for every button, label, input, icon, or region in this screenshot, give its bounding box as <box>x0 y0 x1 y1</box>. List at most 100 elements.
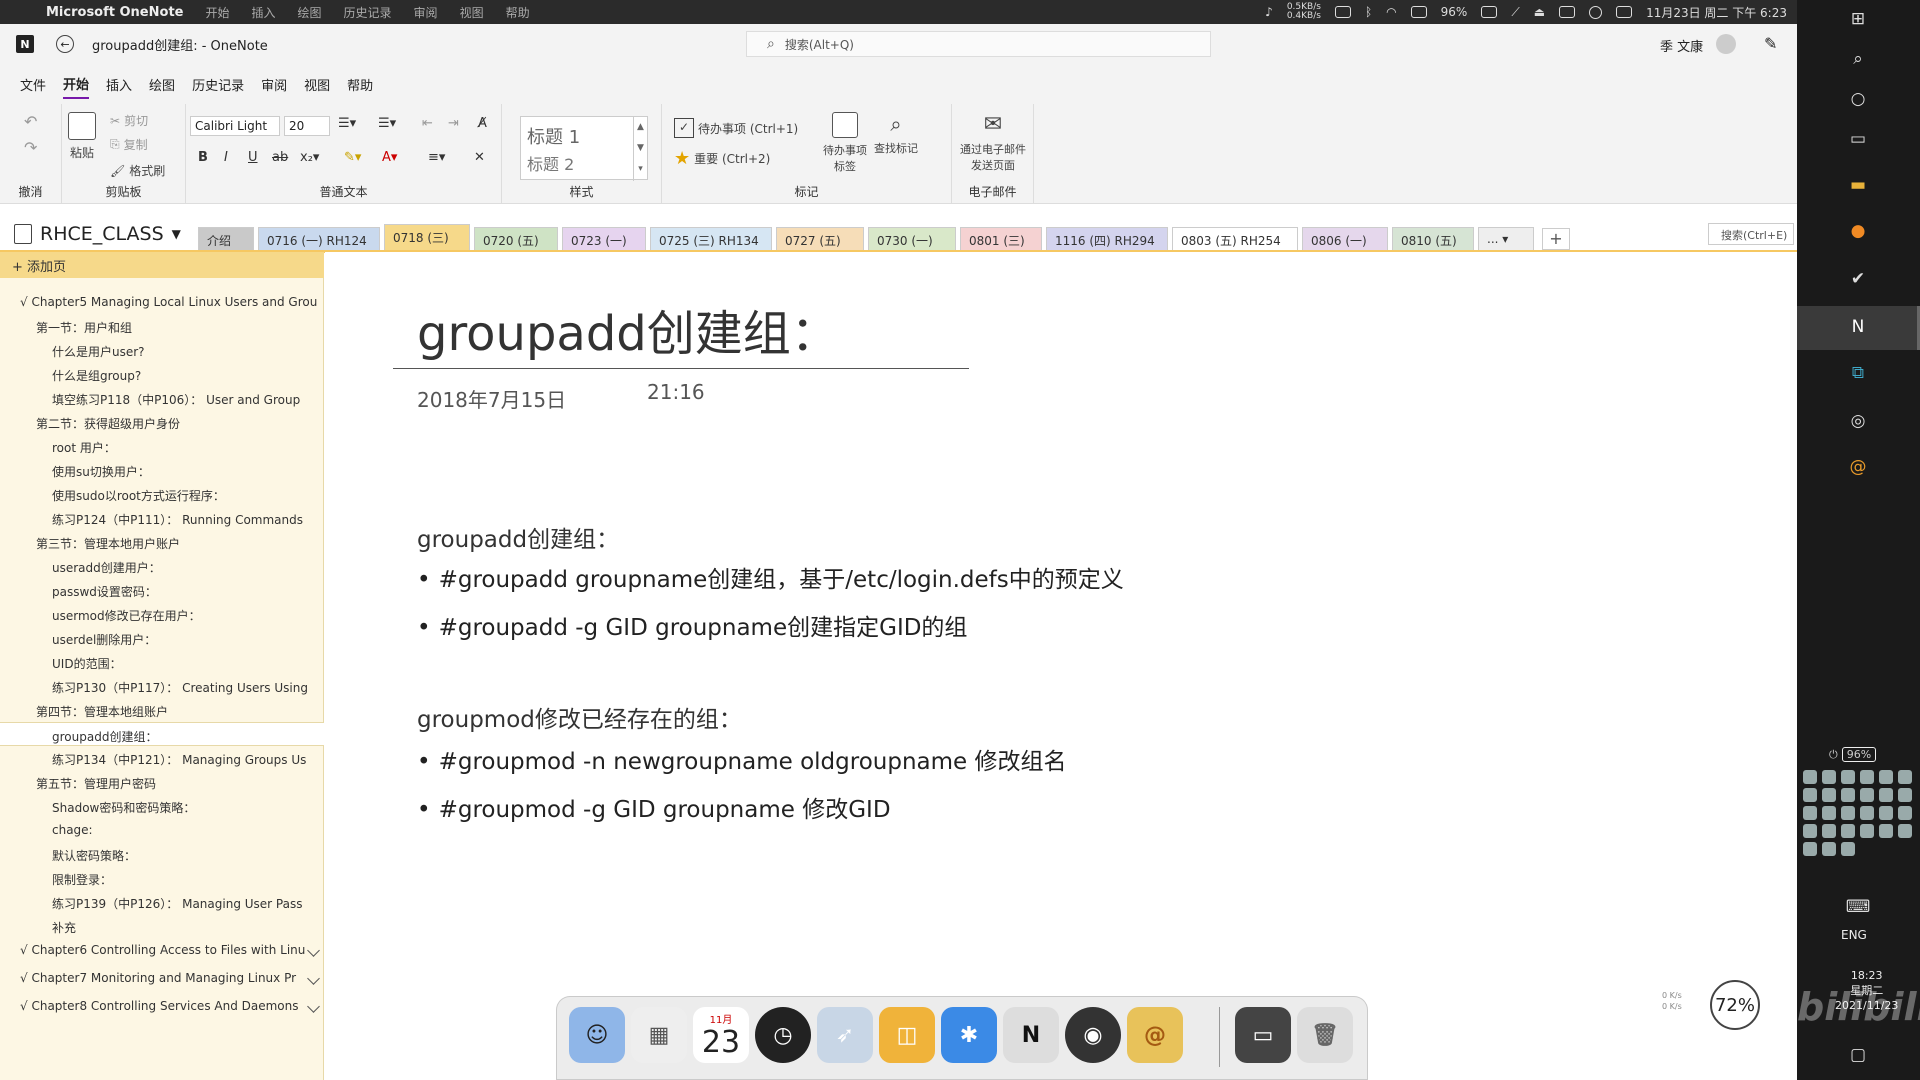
section-tab[interactable]: ... ▾ <box>1478 227 1534 251</box>
todo-tag-button[interactable]: 待办事项标签 <box>820 112 870 174</box>
bird-icon[interactable]: ➶ <box>817 1007 873 1063</box>
page-item[interactable]: usermod修改已存在用户： <box>0 602 324 626</box>
section-heading[interactable]: groupmod修改已经存在的组： <box>417 700 742 734</box>
page-item[interactable]: 限制登录： <box>0 866 324 890</box>
snail-icon[interactable]: @ <box>1847 456 1869 478</box>
chevron-down-icon[interactable] <box>307 1000 320 1013</box>
device-icon[interactable] <box>1334 6 1351 18</box>
tray-icon[interactable] <box>1841 806 1855 820</box>
tray-icon[interactable] <box>1803 824 1817 838</box>
tray-icon[interactable] <box>1860 788 1874 802</box>
finder-icon[interactable]: ☺ <box>569 1007 625 1063</box>
chapter-group[interactable]: √ Chapter7 Monitoring and Managing Linux… <box>0 966 324 994</box>
section-tab[interactable]: 0806 (一) <box>1302 227 1388 251</box>
battery-icon[interactable] <box>1481 6 1498 18</box>
control-center-icon[interactable] <box>1616 6 1633 18</box>
page-item[interactable]: 第四节：管理本地组账户 <box>0 698 324 722</box>
tray-icon[interactable] <box>1822 842 1836 856</box>
section-tab[interactable]: 0730 (一) <box>868 227 956 251</box>
back-arrow-icon[interactable]: ← <box>56 35 74 53</box>
snail-dock-icon[interactable]: @ <box>1127 1007 1183 1063</box>
tray-icon[interactable] <box>1879 770 1893 784</box>
styles-scroll[interactable]: ▲ ▼ ▾ <box>633 117 647 181</box>
tray-icon[interactable] <box>1841 788 1855 802</box>
page-item[interactable]: 默认密码策略： <box>0 842 324 866</box>
keyboard-icon[interactable]: ⌨ <box>1846 896 1871 918</box>
strikethrough-button[interactable]: ab <box>272 150 288 165</box>
tray-icon[interactable] <box>1879 806 1893 820</box>
page-item[interactable]: 第三节：管理本地用户账户 <box>0 530 324 554</box>
tray-icon[interactable] <box>1822 824 1836 838</box>
add-section-button[interactable]: + <box>1542 228 1570 250</box>
page-item[interactable]: useradd创建用户： <box>0 554 324 578</box>
cortana-icon[interactable]: ○ <box>1847 88 1869 110</box>
chevron-down-icon[interactable] <box>307 972 320 985</box>
tray-icon[interactable] <box>1822 770 1836 784</box>
slash-icon[interactable]: ⟋ <box>1511 5 1519 20</box>
page-item[interactable]: root 用户： <box>0 434 324 458</box>
page-item[interactable]: UID的范围： <box>0 650 324 674</box>
section-tab[interactable]: 0810 (五) <box>1392 227 1474 251</box>
tab-file[interactable]: 文件 <box>20 71 46 98</box>
underline-button[interactable]: U <box>248 150 258 165</box>
section-tab[interactable]: 1116 (四) RH294 <box>1046 227 1168 251</box>
onenote-taskbar-icon[interactable]: N <box>1847 316 1869 338</box>
tab-review[interactable]: 审阅 <box>261 71 287 98</box>
page-canvas[interactable]: groupadd创建组： 2018年7月15日 21:16 groupadd创建… <box>325 252 1797 1080</box>
section-tab[interactable]: 介绍 <box>198 227 254 251</box>
mac-menu-item[interactable]: 帮助 <box>506 4 530 21</box>
page-item[interactable]: 第一节：用户和组 <box>0 314 324 338</box>
tray-icon[interactable] <box>1879 788 1893 802</box>
highlight-icon[interactable]: ✎▾ <box>344 150 361 165</box>
page-item[interactable]: userdel删除用户： <box>0 626 324 650</box>
mac-menu-item[interactable]: 开始 <box>205 4 229 21</box>
bold-button[interactable]: B <box>198 150 208 165</box>
bullets-icon[interactable]: ☰▾ <box>338 116 356 131</box>
avatar[interactable] <box>1716 34 1736 54</box>
asterisk-app-icon[interactable]: ✱ <box>941 1007 997 1063</box>
tray-icon[interactable] <box>1841 824 1855 838</box>
wifi-icon[interactable]: ◠ <box>1386 5 1396 19</box>
notification-icon[interactable]: ▢ <box>1847 1044 1869 1066</box>
section-tab[interactable]: 0718 (三) <box>384 224 470 251</box>
styles-gallery[interactable]: 标题 1 标题 2 ▲ ▼ ▾ <box>520 116 648 181</box>
tab-home[interactable]: 开始 <box>63 70 90 99</box>
section-tab[interactable]: 0723 (一) <box>562 227 646 251</box>
email-page-button[interactable]: ✉ 通过电子邮件发送页面 <box>960 112 1026 173</box>
tray-icon[interactable] <box>1860 770 1874 784</box>
clock-icon[interactable]: ◷ <box>755 1007 811 1063</box>
tray-icon[interactable] <box>1803 806 1817 820</box>
notebook-search[interactable]: 搜索(Ctrl+E) <box>1708 223 1794 245</box>
page-item[interactable]: chage: <box>0 818 324 842</box>
eject-icon[interactable]: ⏏ <box>1534 5 1545 19</box>
notebook-selector[interactable]: RHCE_CLASS ▼ <box>14 223 181 245</box>
notion-icon[interactable]: N <box>1003 1007 1059 1063</box>
input-method-icon[interactable] <box>1559 6 1576 18</box>
add-page-button[interactable]: + 添加页 <box>0 252 324 278</box>
bullet-item[interactable]: #groupadd groupname创建组，基于/etc/login.defs… <box>417 560 1124 594</box>
task-view-icon[interactable]: ▭ <box>1847 128 1869 150</box>
page-item[interactable]: Shadow密码和密码策略： <box>0 794 324 818</box>
tray-icon[interactable] <box>1822 788 1836 802</box>
tab-view[interactable]: 视图 <box>304 71 330 98</box>
mac-menu-item[interactable]: 审阅 <box>414 4 438 21</box>
tray-icon[interactable] <box>1803 788 1817 802</box>
user-name[interactable]: 季 文康 <box>1660 36 1703 55</box>
format-painter-button[interactable]: 🖌 格式刷 <box>110 162 165 179</box>
search-icon[interactable]: ⌕ <box>1847 48 1869 70</box>
mac-menu-item[interactable]: 插入 <box>252 4 276 21</box>
page-item[interactable]: 什么是组group? <box>0 362 324 386</box>
bullet-item[interactable]: #groupadd -g GID groupname创建指定GID的组 <box>417 608 968 642</box>
tray-icon[interactable] <box>1898 824 1912 838</box>
font-name-select[interactable]: Calibri Light <box>190 116 280 136</box>
tray-icon[interactable] <box>1822 806 1836 820</box>
todo-icon[interactable]: ✔ <box>1847 268 1869 290</box>
app-window-icon[interactable]: ⧉ <box>1847 362 1869 384</box>
redo-icon[interactable]: ↷ <box>24 138 37 157</box>
todo-tag-item[interactable]: ✓ 待办事项 (Ctrl+1) <box>674 118 798 138</box>
page-item-selected[interactable]: groupadd创建组： <box>0 722 324 746</box>
page-item[interactable]: 使用su切换用户： <box>0 458 324 482</box>
page-item[interactable]: passwd设置密码： <box>0 578 324 602</box>
tray-icon[interactable] <box>1879 824 1893 838</box>
clear-format-icon[interactable]: A̸ <box>478 116 487 131</box>
